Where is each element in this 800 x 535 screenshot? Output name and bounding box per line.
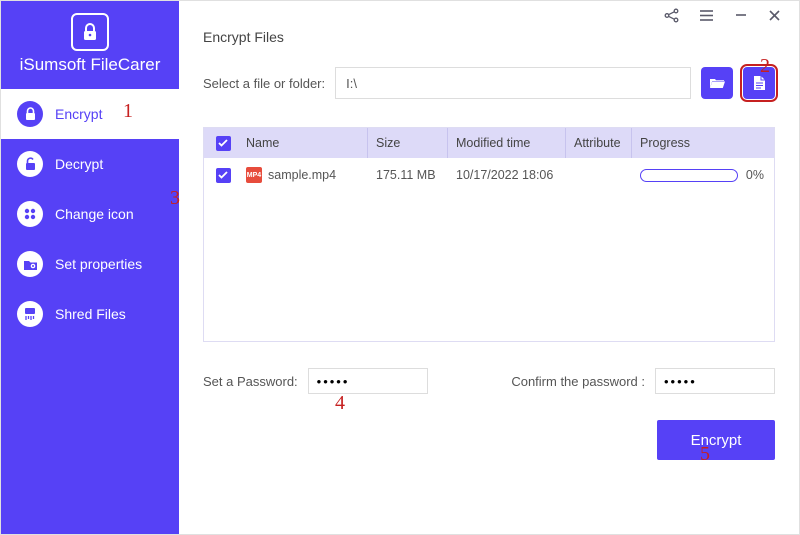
- nav: Encrypt Decrypt Change icon Set properti…: [1, 89, 179, 339]
- content: Encrypt Files Select a file or folder: N…: [179, 1, 799, 478]
- close-icon[interactable]: [768, 9, 781, 26]
- table-row[interactable]: MP4 sample.mp4 175.11 MB 10/17/2022 18:0…: [204, 158, 774, 192]
- minimize-icon[interactable]: [734, 8, 748, 26]
- checkbox-checked-icon: [216, 168, 231, 183]
- nav-label: Decrypt: [55, 156, 103, 172]
- grid-icon: [17, 201, 43, 227]
- share-icon[interactable]: [664, 8, 679, 27]
- main-panel: Encrypt Files Select a file or folder: N…: [179, 1, 799, 534]
- progress-pct: 0%: [746, 168, 764, 182]
- confirm-password-input[interactable]: [655, 368, 775, 394]
- titlebar: [664, 1, 799, 33]
- password-row: Set a Password: Confirm the password :: [203, 368, 775, 394]
- row-mtime: 10/17/2022 18:06: [448, 168, 566, 182]
- th-prog[interactable]: Progress: [632, 136, 774, 150]
- nav-item-change-icon[interactable]: Change icon: [1, 189, 179, 239]
- table-header: Name Size Modified time Attribute Progre…: [204, 128, 774, 158]
- lock-icon: [17, 101, 43, 127]
- encrypt-button[interactable]: Encrypt: [657, 420, 775, 460]
- sidebar: iSumsoft FileCarer Encrypt Decrypt Chang…: [1, 1, 179, 534]
- file-table: Name Size Modified time Attribute Progre…: [203, 127, 775, 342]
- th-checkbox[interactable]: [204, 136, 242, 151]
- nav-label: Set properties: [55, 256, 142, 272]
- nav-item-encrypt[interactable]: Encrypt: [1, 89, 179, 139]
- nav-item-shred-files[interactable]: Shred Files: [1, 289, 179, 339]
- file-icon: [753, 75, 766, 91]
- shred-icon: [17, 301, 43, 327]
- checkbox-checked-icon: [216, 136, 231, 151]
- nav-label: Encrypt: [55, 106, 102, 122]
- path-input[interactable]: [335, 67, 691, 99]
- th-mtime[interactable]: Modified time: [448, 128, 566, 158]
- set-password-label: Set a Password:: [203, 374, 298, 389]
- th-attr[interactable]: Attribute: [566, 128, 632, 158]
- nav-item-set-properties[interactable]: Set properties: [1, 239, 179, 289]
- row-name: sample.mp4: [268, 168, 336, 182]
- nav-item-decrypt[interactable]: Decrypt: [1, 139, 179, 189]
- th-name[interactable]: Name: [242, 128, 368, 158]
- mp4-file-icon: MP4: [246, 167, 262, 183]
- browse-file-button[interactable]: [743, 67, 775, 99]
- app-title: iSumsoft FileCarer: [1, 55, 179, 75]
- folder-open-icon: [709, 76, 726, 90]
- nav-label: Shred Files: [55, 306, 126, 322]
- nav-label: Change icon: [55, 206, 134, 222]
- path-row: Select a file or folder:: [203, 67, 775, 99]
- path-label: Select a file or folder:: [203, 76, 325, 91]
- menu-icon[interactable]: [699, 9, 714, 26]
- row-checkbox[interactable]: [204, 168, 242, 183]
- unlock-icon: [17, 151, 43, 177]
- progress-bar: [640, 169, 738, 182]
- confirm-password-label: Confirm the password :: [511, 374, 645, 389]
- th-size[interactable]: Size: [368, 128, 448, 158]
- set-password-input[interactable]: [308, 368, 428, 394]
- app-logo-icon: [71, 13, 109, 51]
- app-window: iSumsoft FileCarer Encrypt Decrypt Chang…: [0, 0, 800, 535]
- gear-folder-icon: [17, 251, 43, 277]
- browse-folder-button[interactable]: [701, 67, 733, 99]
- app-logo-block: iSumsoft FileCarer: [1, 1, 179, 89]
- row-size: 175.11 MB: [368, 168, 448, 182]
- action-row: Encrypt: [203, 420, 775, 460]
